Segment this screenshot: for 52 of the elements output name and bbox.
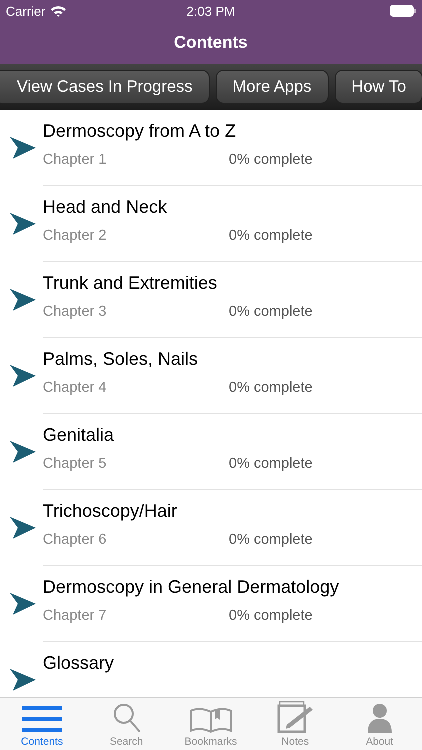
- chapter-row[interactable]: Genitalia Chapter 5 0% complete: [0, 414, 422, 490]
- carrier-label: Carrier: [6, 4, 46, 18]
- chapter-row[interactable]: Glossary: [0, 642, 422, 697]
- arrow-icon: [10, 365, 36, 387]
- arrow-icon: [10, 669, 36, 691]
- arrow-icon: [10, 289, 36, 311]
- chapter-title: Dermoscopy in General Dermatology: [43, 576, 340, 599]
- chapter-title: Dermoscopy from A to Z: [43, 120, 238, 143]
- progress-label: 0% complete: [229, 456, 313, 472]
- progress-label: 0% complete: [229, 380, 313, 396]
- progress-label: 0% complete: [229, 228, 313, 244]
- chapter-title: Palms, Soles, Nails: [43, 348, 200, 371]
- chapter-number: Chapter 4: [43, 380, 107, 396]
- chapter-number: Chapter 7: [43, 608, 107, 624]
- arrow-icon: [10, 593, 36, 615]
- chapter-number: Chapter 1: [43, 152, 107, 168]
- book-icon: [190, 707, 232, 733]
- progress-label: 0% complete: [229, 608, 313, 624]
- arrow-icon: [10, 517, 36, 539]
- chapter-title: Trunk and Extremities: [43, 272, 218, 295]
- chapter-row[interactable]: Trunk and Extremities Chapter 3 0% complete: [0, 262, 422, 338]
- chapter-row[interactable]: Palms, Soles, Nails Chapter 4 0% complete: [0, 338, 422, 414]
- chapter-number: Chapter 2: [43, 228, 107, 244]
- tab-item[interactable]: Contents: [0, 698, 84, 750]
- chapter-row[interactable]: Head and Neck Chapter 2 0% complete: [0, 186, 422, 262]
- chapter-number: Chapter 5: [43, 456, 107, 472]
- status-time: 2:03 PM: [186, 4, 236, 18]
- arrow-icon: [10, 213, 36, 235]
- nav-title: Contents: [174, 33, 248, 53]
- notepad-icon: [277, 701, 314, 733]
- chapter-row[interactable]: Trichoscopy/Hair Chapter 6 0% complete: [0, 490, 422, 566]
- chapter-title: Glossary: [43, 652, 116, 675]
- chapter-row[interactable]: Dermoscopy in General Dermatology Chapter 7 0% complete: [0, 566, 422, 642]
- search-icon: [112, 703, 141, 733]
- toolbar-button[interactable]: How To: [334, 70, 422, 104]
- menu-icon: [22, 705, 62, 733]
- arrow-icon: [10, 137, 36, 159]
- arrow-icon: [10, 441, 36, 463]
- wifi-icon: [50, 6, 66, 16]
- chapter-number: Chapter 6: [43, 532, 107, 548]
- chapter-title: Head and Neck: [43, 196, 168, 219]
- progress-label: 0% complete: [229, 532, 313, 548]
- battery-icon: [390, 5, 416, 17]
- progress-label: 0% complete: [229, 152, 313, 168]
- chapter-number: Chapter 3: [43, 304, 107, 320]
- chapter-title: Genitalia: [43, 424, 116, 447]
- person-icon: [366, 703, 393, 733]
- chapter-title: Trichoscopy/Hair: [43, 500, 178, 523]
- chapter-row[interactable]: Dermoscopy from A to Z Chapter 1 0% complete: [0, 110, 422, 186]
- toolbar-button[interactable]: View Cases In Progress: [0, 70, 210, 104]
- toolbar-button[interactable]: More Apps: [216, 70, 329, 104]
- progress-label: 0% complete: [229, 304, 313, 320]
